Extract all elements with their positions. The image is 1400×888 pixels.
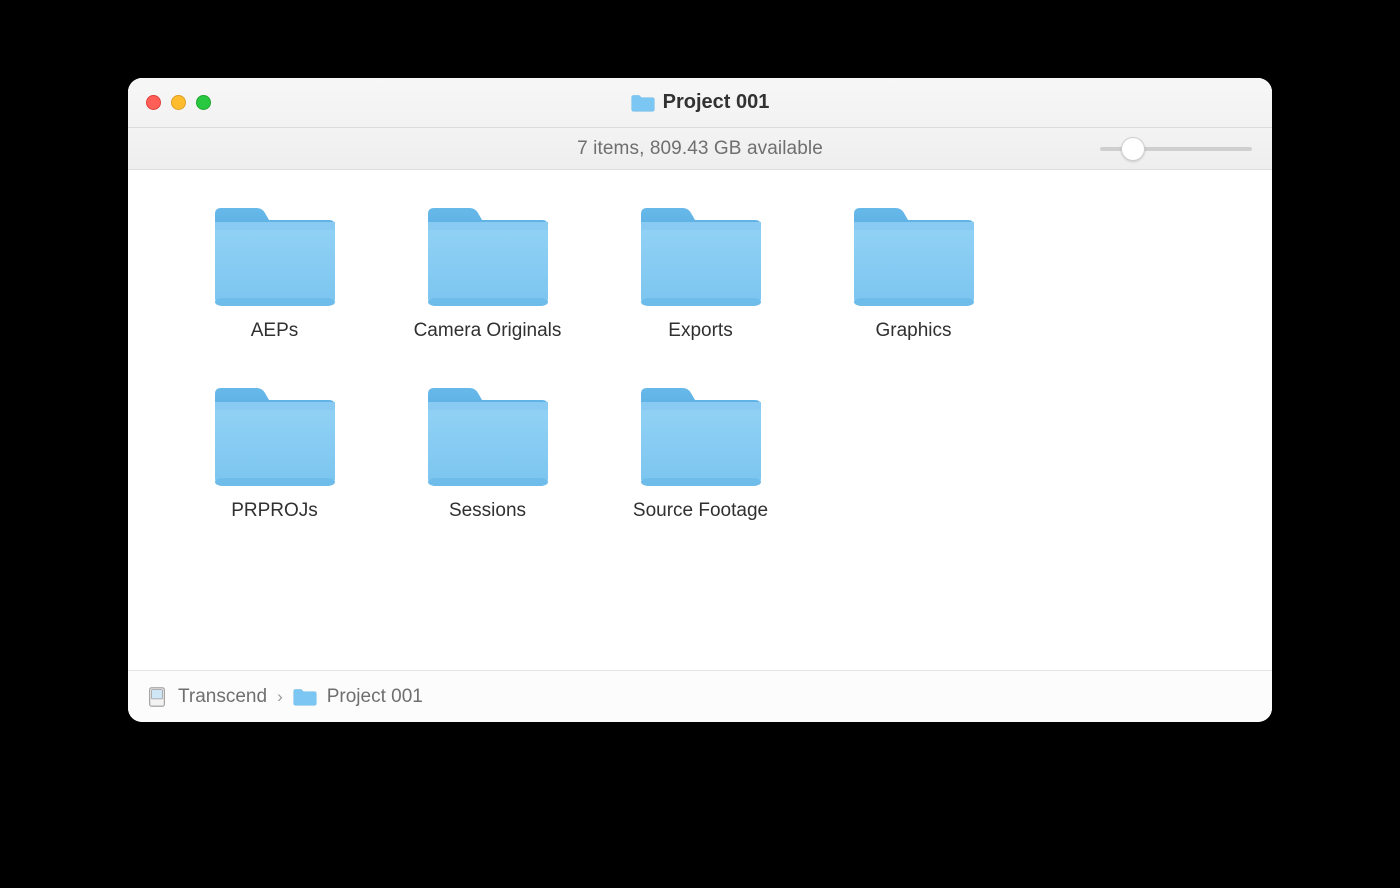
folder-item[interactable]: Camera Originals <box>381 206 594 342</box>
path-root[interactable]: Transcend <box>178 686 267 708</box>
drive-icon <box>146 686 168 708</box>
folder-item[interactable]: AEPs <box>168 206 381 342</box>
folder-label: Graphics <box>875 320 951 342</box>
folder-item[interactable]: Source Footage <box>594 386 807 522</box>
folder-label: Exports <box>668 320 732 342</box>
close-button[interactable] <box>146 95 161 110</box>
folder-item[interactable]: Exports <box>594 206 807 342</box>
folder-label: PRPROJs <box>231 500 318 522</box>
traffic-lights <box>128 95 211 110</box>
chevron-right-icon: › <box>277 687 283 707</box>
folder-item[interactable]: Graphics <box>807 206 1020 342</box>
folder-label: Camera Originals <box>414 320 562 342</box>
folder-label: AEPs <box>251 320 299 342</box>
folder-icon <box>631 94 655 112</box>
icon-size-slider[interactable] <box>1100 147 1252 151</box>
path-bar: Transcend › Project 001 <box>128 670 1272 722</box>
finder-window: Project 001 7 items, 809.43 GB available… <box>128 78 1272 722</box>
status-text: 7 items, 809.43 GB available <box>577 138 823 160</box>
title-bar: Project 001 <box>128 78 1272 128</box>
window-title: Project 001 <box>663 91 770 114</box>
folder-grid: AEPs Camera Originals Exports <box>128 170 1272 670</box>
folder-item[interactable]: Sessions <box>381 386 594 522</box>
maximize-button[interactable] <box>196 95 211 110</box>
minimize-button[interactable] <box>171 95 186 110</box>
folder-label: Sessions <box>449 500 526 522</box>
folder-label: Source Footage <box>633 500 768 522</box>
path-current[interactable]: Project 001 <box>327 686 423 708</box>
folder-icon <box>293 688 317 706</box>
window-title-wrap: Project 001 <box>128 91 1272 114</box>
folder-item[interactable]: PRPROJs <box>168 386 381 522</box>
info-bar: 7 items, 809.43 GB available <box>128 128 1272 170</box>
